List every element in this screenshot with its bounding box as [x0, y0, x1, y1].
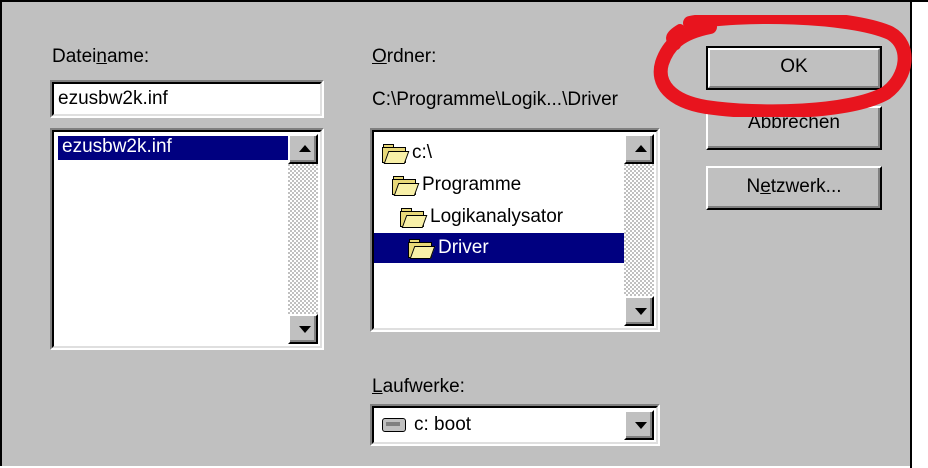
file-name-label: Dateiname:	[52, 46, 150, 67]
file-name-value: ezusbw2k.inf	[58, 88, 168, 109]
open-folder-icon	[400, 208, 428, 228]
file-name-input[interactable]: ezusbw2k.inf	[50, 80, 324, 118]
file-list[interactable]: ezusbw2k.inf	[50, 128, 324, 350]
open-folder-icon	[392, 176, 420, 196]
current-path: C:\Programme\Logik...\Driver	[372, 89, 619, 110]
ok-button[interactable]: OK	[706, 46, 882, 90]
tree-item-driver[interactable]: Driver	[374, 233, 626, 263]
open-folder-icon	[382, 144, 410, 164]
tree-item-logikanalysator[interactable]: Logikanalysator	[400, 202, 563, 232]
tree-item-programme[interactable]: Programme	[392, 170, 521, 200]
scroll-down-button[interactable]	[624, 296, 654, 326]
drives-value: c: boot	[414, 414, 472, 435]
arrow-up-icon	[299, 145, 311, 152]
open-folder-icon	[408, 239, 436, 259]
cancel-button[interactable]: Abbrechen	[706, 106, 882, 150]
drive-icon	[382, 418, 406, 432]
list-item[interactable]: ezusbw2k.inf	[58, 136, 294, 160]
scroll-up-button[interactable]	[288, 134, 318, 164]
drives-label: Laufwerke:	[372, 376, 465, 397]
dialog-edge	[910, 2, 928, 468]
folder-label: Ordner:	[372, 46, 437, 67]
file-list-scrollbar[interactable]	[288, 134, 318, 344]
file-open-dialog: Dateiname: ezusbw2k.inf ezusbw2k.inf Ord…	[0, 0, 928, 468]
arrow-down-icon	[299, 326, 311, 333]
folder-tree[interactable]: c:\ Programme Logikanalysator Driver	[370, 128, 660, 332]
network-button[interactable]: Netzwerk...	[706, 166, 882, 210]
scroll-up-button[interactable]	[624, 134, 654, 164]
dropdown-button[interactable]	[624, 410, 654, 440]
chevron-down-icon	[635, 422, 647, 429]
drives-select[interactable]: c: boot	[370, 404, 660, 446]
folder-tree-scrollbar[interactable]	[624, 134, 654, 326]
tree-item-root[interactable]: c:\	[382, 138, 432, 168]
arrow-up-icon	[635, 145, 647, 152]
arrow-down-icon	[635, 308, 647, 315]
scroll-down-button[interactable]	[288, 314, 318, 344]
